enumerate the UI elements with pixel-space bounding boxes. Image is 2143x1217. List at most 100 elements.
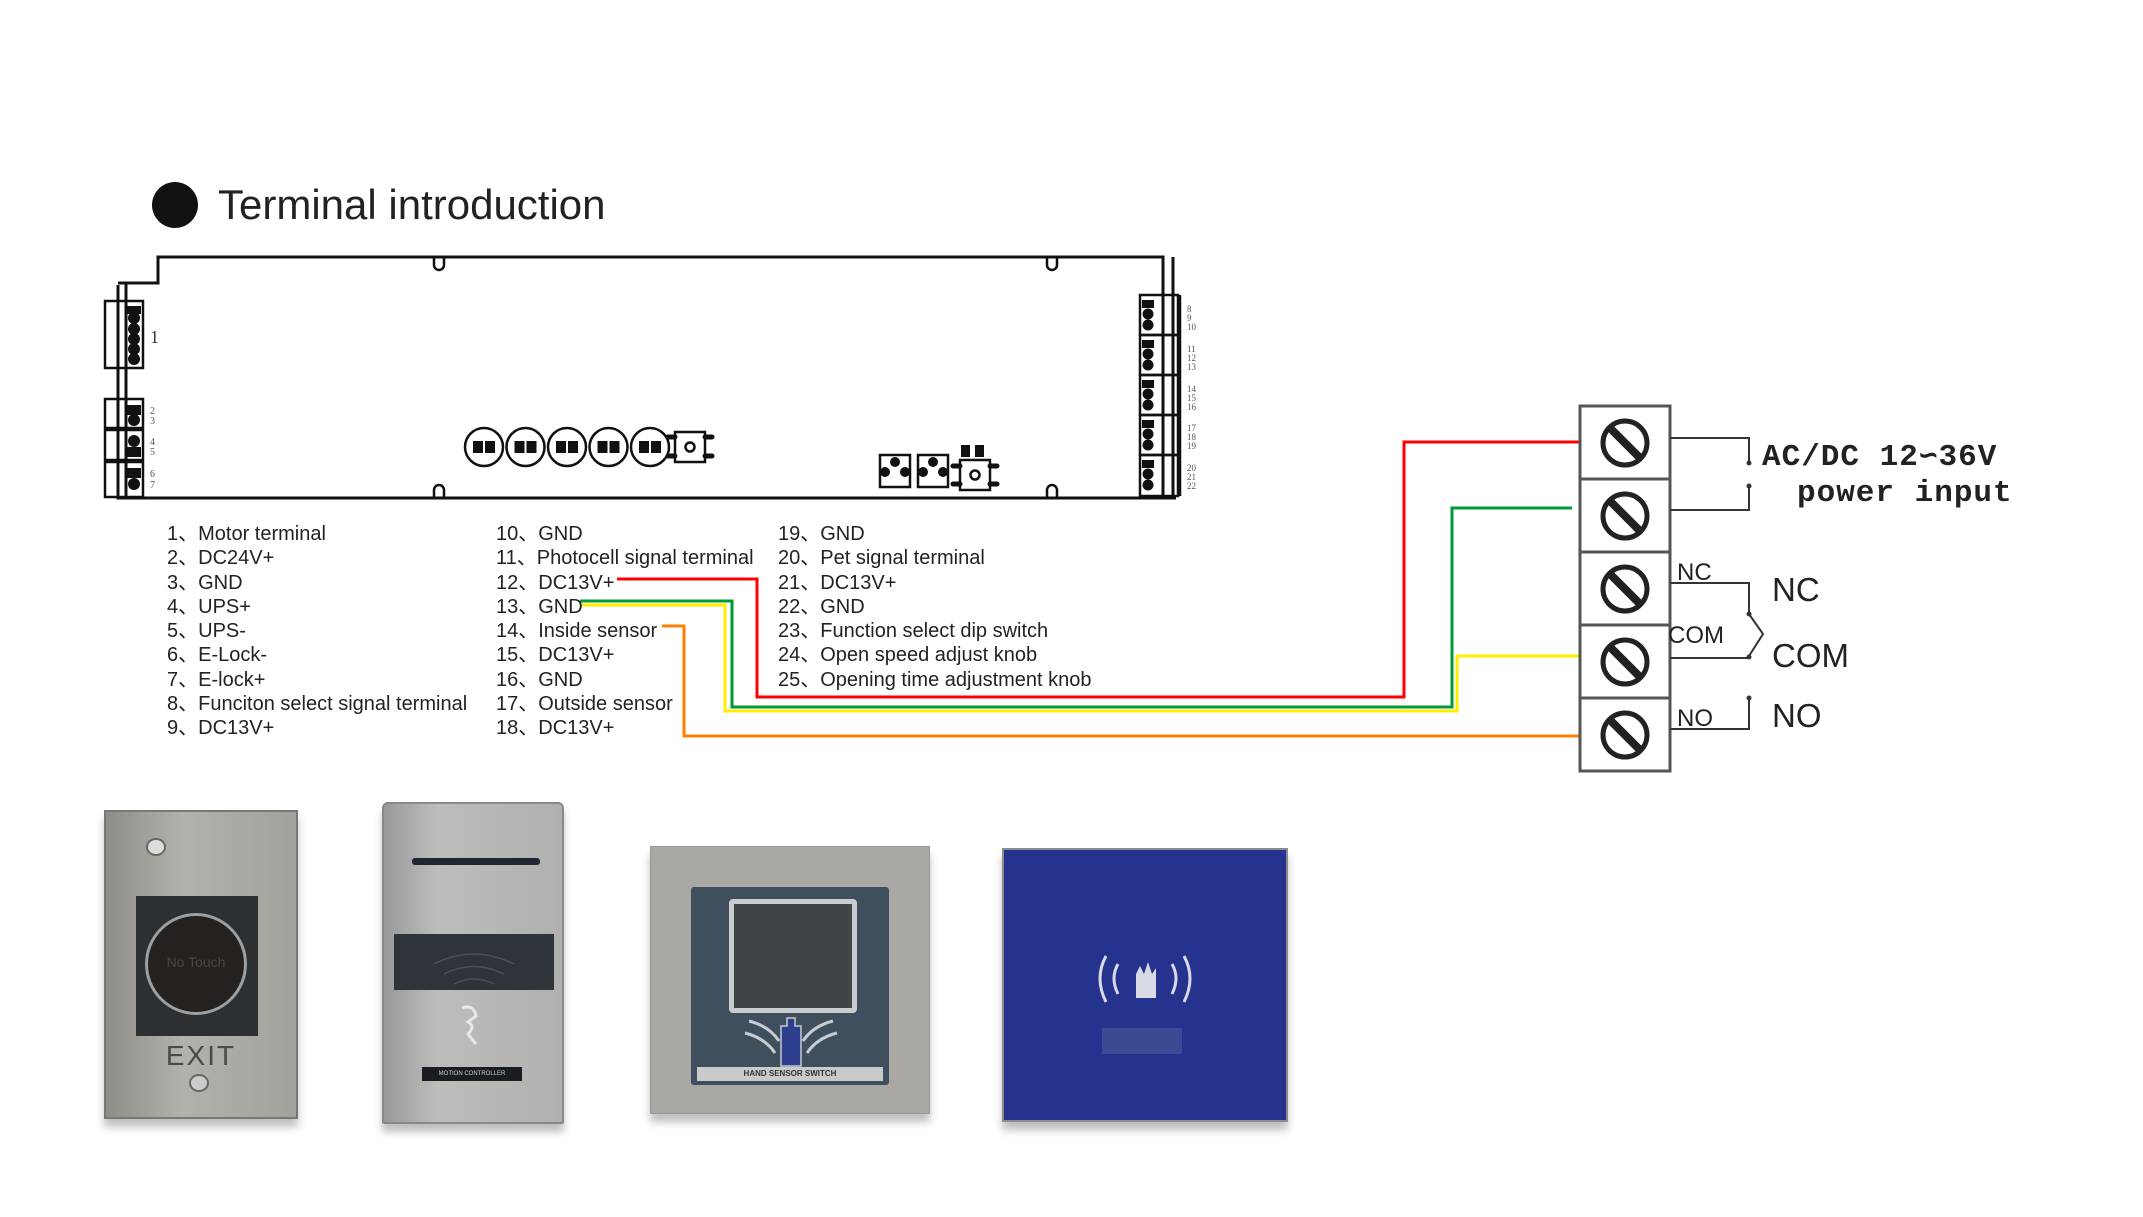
legend-number: 11、: [496, 547, 537, 570]
push-button-2: [950, 458, 1000, 492]
relay-label-no: NO: [1772, 697, 1822, 734]
legend-item: 4、UPS+: [167, 595, 467, 619]
terminal-screw-5: [1578, 696, 1672, 773]
legend-label: UPS+: [198, 595, 251, 618]
label-window: [1102, 1028, 1182, 1054]
sensor-slot: [412, 858, 540, 865]
legend-item: 8、Funciton select signal terminal: [167, 692, 467, 716]
legend-label: GND: [538, 595, 583, 618]
footprint-icon: [454, 1004, 484, 1048]
legend-label: Funciton select signal terminal: [198, 693, 468, 716]
pin-label-10: 10: [1187, 322, 1197, 332]
dip-switch-blocks: [878, 453, 950, 489]
relay-label-nc: NC: [1772, 571, 1820, 608]
hand-sensor-panel: HAND SENSOR SWITCH: [691, 887, 889, 1085]
legend-item: 13、GND: [496, 595, 754, 619]
pin-label-3: 3: [150, 416, 155, 427]
legend-item: 16、GND: [496, 668, 754, 692]
small-label-com: COM: [1668, 622, 1724, 649]
legend-number: 16、: [496, 668, 539, 691]
exit-text: EXIT: [165, 1040, 237, 1071]
legend-item: 19、GND: [778, 522, 1092, 546]
device-blue-hand-wave-sensor: [1002, 848, 1288, 1122]
screw-hole-icon: [146, 838, 166, 856]
legend-column-1: 1、Motor terminal 2、DC24V+ 3、GND 4、UPS+ 5、UPS…: [167, 522, 467, 741]
no-touch-text: No Touch: [166, 954, 226, 970]
legend-number: 22、: [778, 595, 821, 618]
legend-item: 21、DC13V+: [778, 571, 1092, 595]
legend-item: 6、E-Lock-: [167, 643, 467, 667]
legend-item: 25、Opening time adjustment knob: [778, 668, 1092, 692]
legend-item: 15、DC13V+: [496, 643, 754, 667]
adjust-knobs: [463, 426, 671, 468]
terminal-screw-2: [1578, 477, 1672, 554]
legend-label: Open speed adjust knob: [820, 644, 1038, 667]
terminal-screw-4: [1578, 623, 1672, 700]
relay-dot: [1746, 695, 1752, 701]
legend-label: DC24V+: [198, 547, 275, 570]
legend-number: 4、: [167, 595, 199, 618]
legend-item: 22、GND: [778, 595, 1092, 619]
legend-label: Opening time adjustment knob: [820, 668, 1092, 691]
legend-item: 7、E-lock+: [167, 668, 467, 692]
legend-number: 25、: [778, 668, 821, 691]
legend-label: Motor terminal: [198, 523, 326, 545]
legend-number: 7、: [167, 668, 199, 691]
legend-label: DC13V+: [538, 644, 615, 667]
pin-label-22: 22: [1187, 481, 1196, 491]
legend-number: 9、: [167, 717, 199, 740]
legend-label: Function select dip switch: [820, 620, 1049, 643]
pin-label-13: 13: [1187, 362, 1197, 372]
legend-number: 10、: [496, 523, 539, 545]
knob-icon: [588, 426, 629, 468]
legend-label: GND: [538, 668, 583, 691]
legend-label: GND: [820, 595, 865, 618]
right-pin-dots: [1142, 300, 1154, 491]
small-label-nc: NC: [1677, 559, 1712, 586]
sensor-window: [394, 934, 554, 990]
wave-icon: [433, 953, 515, 985]
legend-item: 3、GND: [167, 571, 467, 595]
device-no-touch-exit-button: No Touch EXIT: [104, 810, 298, 1119]
pin-label-1: 1: [150, 327, 159, 347]
legend-number: 24、: [778, 644, 821, 667]
legend-item: 17、Outside sensor: [496, 692, 754, 716]
device-hand-sensor-switch: HAND SENSOR SWITCH: [650, 846, 930, 1114]
legend-label: DC13V+: [538, 571, 615, 594]
legend-number: 13、: [496, 595, 539, 618]
legend-item: 24、Open speed adjust knob: [778, 643, 1092, 667]
legend-label: E-lock+: [198, 668, 266, 691]
legend-label: GND: [538, 523, 583, 545]
relay-label-com: COM: [1772, 637, 1849, 674]
legend-label: DC13V+: [538, 717, 615, 740]
legend-item: 23、Function select dip switch: [778, 619, 1092, 643]
push-button-1: [665, 430, 715, 464]
knob-icon: [629, 426, 671, 468]
hand-sensor-label: HAND SENSOR SWITCH: [697, 1067, 883, 1081]
pin-label-5: 5: [150, 447, 155, 458]
pin-label-19: 19: [1187, 441, 1197, 451]
legend-label: UPS-: [198, 620, 246, 643]
legend-item: 11、Photocell signal terminal: [496, 546, 754, 570]
sensor-panel: No Touch: [136, 896, 258, 1036]
power-terminal-dot: [1746, 483, 1752, 489]
legend-number: 15、: [496, 644, 539, 667]
hand-wave-icon: [1098, 955, 1192, 1003]
legend-label: GND: [198, 571, 243, 594]
device-microwave-sensor: MOTION CONTROLLER: [382, 802, 564, 1124]
power-label-line2: power input: [1797, 476, 2013, 511]
legend-label: Photocell signal terminal: [536, 547, 754, 570]
legend-column-3: 19、GND 20、Pet signal terminal 21、DC13V+ 22、…: [778, 522, 1092, 692]
legend-item: 2、DC24V+: [167, 546, 467, 570]
legend-number: 2、: [167, 547, 199, 570]
knob-icon: [505, 426, 546, 468]
legend-label: Outside sensor: [538, 693, 673, 716]
relay-terminal-block: [1578, 404, 1672, 773]
knob-icon: [546, 426, 588, 468]
right-pin-labels: 8 9 10 11 12 13 14 15 16 17 18 19 20 21 …: [1187, 304, 1197, 491]
left-pin-labels: 2 3 4 5 6 7: [150, 406, 155, 491]
legend-number: 5、: [167, 620, 199, 643]
legend-item: 5、UPS-: [167, 619, 467, 643]
legend-number: 14、: [496, 620, 539, 643]
legend-number: 6、: [167, 644, 199, 667]
